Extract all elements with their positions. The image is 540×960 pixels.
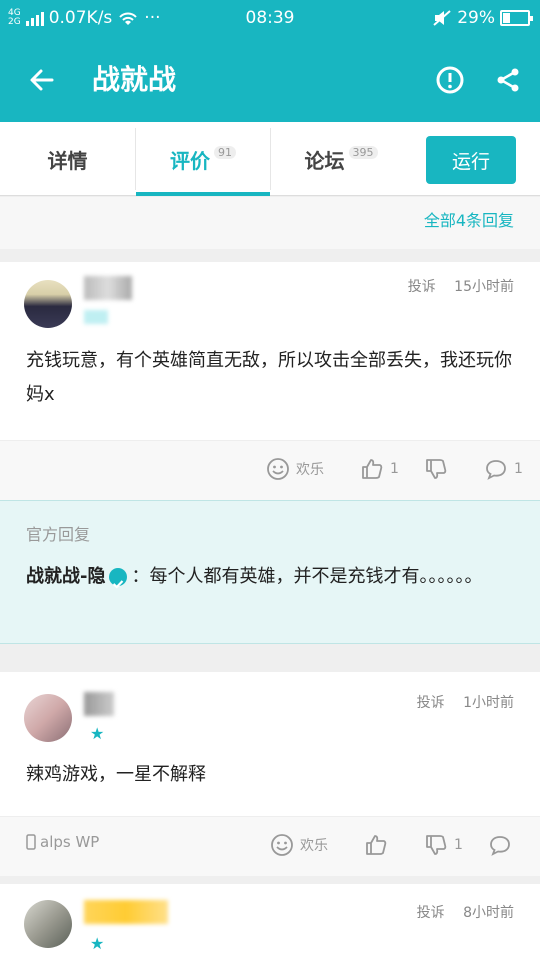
avatar[interactable] xyxy=(24,900,72,948)
avatar[interactable] xyxy=(24,694,72,742)
comment-button[interactable]: 1 xyxy=(484,457,523,481)
battery-icon xyxy=(500,10,533,26)
username-blurred xyxy=(84,900,168,924)
reaction-button[interactable]: 欢乐 xyxy=(270,833,328,857)
phone-icon xyxy=(26,834,36,850)
tab-forum-label: 论坛 xyxy=(304,148,345,173)
like-button[interactable] xyxy=(364,833,394,857)
page-title: 战就战 xyxy=(92,63,177,96)
dislike-button[interactable]: 1 xyxy=(424,833,463,857)
official-reply-body: 战就战-隐 ：每个人都有英雄，并不是充钱才有。。。。。。 xyxy=(26,557,520,597)
report-button[interactable] xyxy=(430,60,470,100)
official-reply-label: 官方回复 xyxy=(26,525,91,544)
username-blurred xyxy=(84,692,114,716)
review-actions: alps WP 欢乐 1 xyxy=(0,816,540,876)
review-card: ★ 投诉 1小时前 辣鸡游戏，一星不解释 alps WP 欢乐 1 xyxy=(0,672,540,876)
all-replies-link[interactable]: 全部4条回复 xyxy=(424,207,514,231)
username-blurred xyxy=(84,276,132,300)
smile-icon xyxy=(267,458,289,480)
report-link[interactable]: 投诉 xyxy=(417,905,445,921)
review-time: 15小时前 xyxy=(454,279,514,295)
star-icon: ★ xyxy=(90,724,105,743)
reaction-label: 欢乐 xyxy=(300,838,328,854)
battery-fill xyxy=(503,13,510,23)
mute-icon xyxy=(433,10,451,26)
run-button[interactable]: 运行 xyxy=(426,136,516,184)
review-text: 辣鸡游戏，一星不解释 xyxy=(26,764,206,785)
battery-percent: 29% xyxy=(457,8,495,28)
review-meta: 投诉 1小时前 xyxy=(403,692,514,712)
back-arrow-icon xyxy=(30,69,54,91)
back-button[interactable] xyxy=(22,60,62,100)
dislike-count: 1 xyxy=(454,837,463,853)
review-actions: 欢乐 1 1 xyxy=(0,440,540,500)
star-icon: ★ xyxy=(90,934,105,953)
like-count: 1 xyxy=(390,461,399,477)
tab-reviews[interactable]: 评价 91 xyxy=(136,122,270,196)
comment-count: 1 xyxy=(514,461,523,477)
comment-button[interactable] xyxy=(488,833,518,857)
thumb-down-icon xyxy=(426,835,447,855)
avatar[interactable] xyxy=(24,280,72,328)
official-reply: 官方回复 战就战-隐 ：每个人都有英雄，并不是充钱才有。。。。。。 xyxy=(0,500,540,644)
tab-details-label: 详情 xyxy=(47,148,88,173)
official-reply-text: ：每个人都有英雄，并不是充钱才有。。。。。。 xyxy=(131,566,483,587)
review-card: 投诉 15小时前 充钱玩意，有个英雄简直无敌，所以攻击全部丢失，我还玩你妈x 欢… xyxy=(0,262,540,500)
tab-details[interactable]: 详情 xyxy=(0,122,135,196)
review-time: 1小时前 xyxy=(463,695,514,711)
report-link[interactable]: 投诉 xyxy=(417,695,445,711)
thumb-down-icon xyxy=(426,459,447,479)
comment-icon xyxy=(490,836,510,856)
status-right: 29% xyxy=(432,8,533,28)
clock: 08:39 xyxy=(245,8,295,28)
report-link[interactable]: 投诉 xyxy=(408,279,436,295)
like-button[interactable]: 1 xyxy=(360,457,399,481)
reaction-label: 欢乐 xyxy=(296,462,324,478)
app-bar: 战就战 xyxy=(0,38,540,122)
dislike-button[interactable] xyxy=(424,457,454,481)
report-icon xyxy=(436,66,464,94)
tab-forum[interactable]: 论坛 395 xyxy=(271,122,411,196)
tab-reviews-badge: 91 xyxy=(214,145,236,159)
reaction-button[interactable]: 欢乐 xyxy=(266,457,324,481)
separator xyxy=(0,645,540,665)
review-text: 充钱玩意，有个英雄简直无敌，所以攻击全部丢失，我还玩你妈x xyxy=(26,350,512,405)
verified-icon xyxy=(109,568,128,589)
comment-icon xyxy=(486,460,506,480)
review-meta: 投诉 15小时前 xyxy=(394,276,514,296)
share-button[interactable] xyxy=(488,60,528,100)
device-info: alps WP xyxy=(26,833,99,851)
smile-icon xyxy=(271,834,293,856)
official-user[interactable]: 战就战-隐 xyxy=(26,566,105,587)
status-bar: 4G 2G 0.07K/s ··· 08:39 29% xyxy=(0,0,540,38)
review-meta: 投诉 8小时前 xyxy=(403,902,514,922)
thumb-up-icon xyxy=(362,459,383,479)
review-time: 8小时前 xyxy=(463,905,514,921)
user-badge xyxy=(84,310,108,324)
thumb-up-icon xyxy=(366,835,387,855)
tab-reviews-label: 评价 xyxy=(170,148,210,173)
tab-forum-badge: 395 xyxy=(348,145,378,159)
replies-header: 全部4条回复 xyxy=(0,197,540,249)
review-card: ★ 投诉 8小时前 xyxy=(0,884,540,960)
share-icon xyxy=(497,68,519,92)
device-label: alps WP xyxy=(40,833,100,851)
